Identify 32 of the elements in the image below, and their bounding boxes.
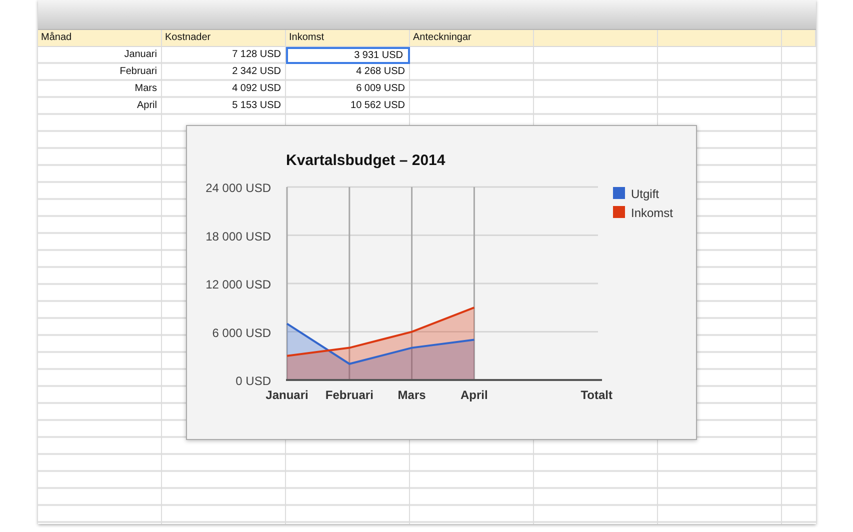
legend-label: Inkomst: [631, 206, 674, 220]
x-axis-label: Totalt: [580, 388, 612, 402]
y-axis-label: 6 000 USD: [212, 326, 271, 340]
column-header[interactable]: Kostnader: [162, 30, 286, 47]
x-axis-label: Februari: [325, 388, 374, 402]
table-cell[interactable]: 5 153 USD: [162, 98, 286, 115]
table-cell[interactable]: 4 268 USD: [286, 64, 410, 81]
table-cell[interactable]: Mars: [38, 81, 162, 98]
y-axis-label: 12 000 USD: [206, 278, 271, 292]
table-cell[interactable]: 7 128 USD: [162, 47, 286, 64]
table-cell[interactable]: Januari: [38, 47, 162, 64]
table-cell[interactable]: Februari: [38, 64, 162, 81]
x-axis-label: Mars: [398, 388, 426, 402]
table-cell[interactable]: 10 562 USD: [286, 98, 410, 115]
y-axis-label: 18 000 USD: [206, 229, 271, 244]
column-header[interactable]: [658, 30, 782, 47]
x-axis-label: April: [460, 388, 488, 402]
y-axis-label: 0 USD: [236, 374, 271, 388]
legend-label: Utgift: [631, 187, 660, 201]
column-header[interactable]: Inkomst: [286, 30, 410, 47]
column-header[interactable]: [782, 30, 816, 47]
chart-title: Kvartalsbudget – 2014: [286, 152, 446, 169]
table-cell[interactable]: 4 092 USD: [162, 81, 286, 98]
column-header[interactable]: [534, 30, 658, 47]
table-cell[interactable]: 2 342 USD: [162, 64, 286, 81]
y-axis-label: 24 000 USD: [206, 181, 271, 195]
table-cell[interactable]: 3 931 USD: [286, 47, 410, 64]
x-axis-label: Januari: [266, 388, 308, 402]
column-header[interactable]: Anteckningar: [410, 30, 534, 47]
table-cell[interactable]: April: [38, 98, 162, 115]
table-cell[interactable]: 6 009 USD: [286, 81, 410, 98]
column-header[interactable]: Månad: [38, 30, 162, 47]
